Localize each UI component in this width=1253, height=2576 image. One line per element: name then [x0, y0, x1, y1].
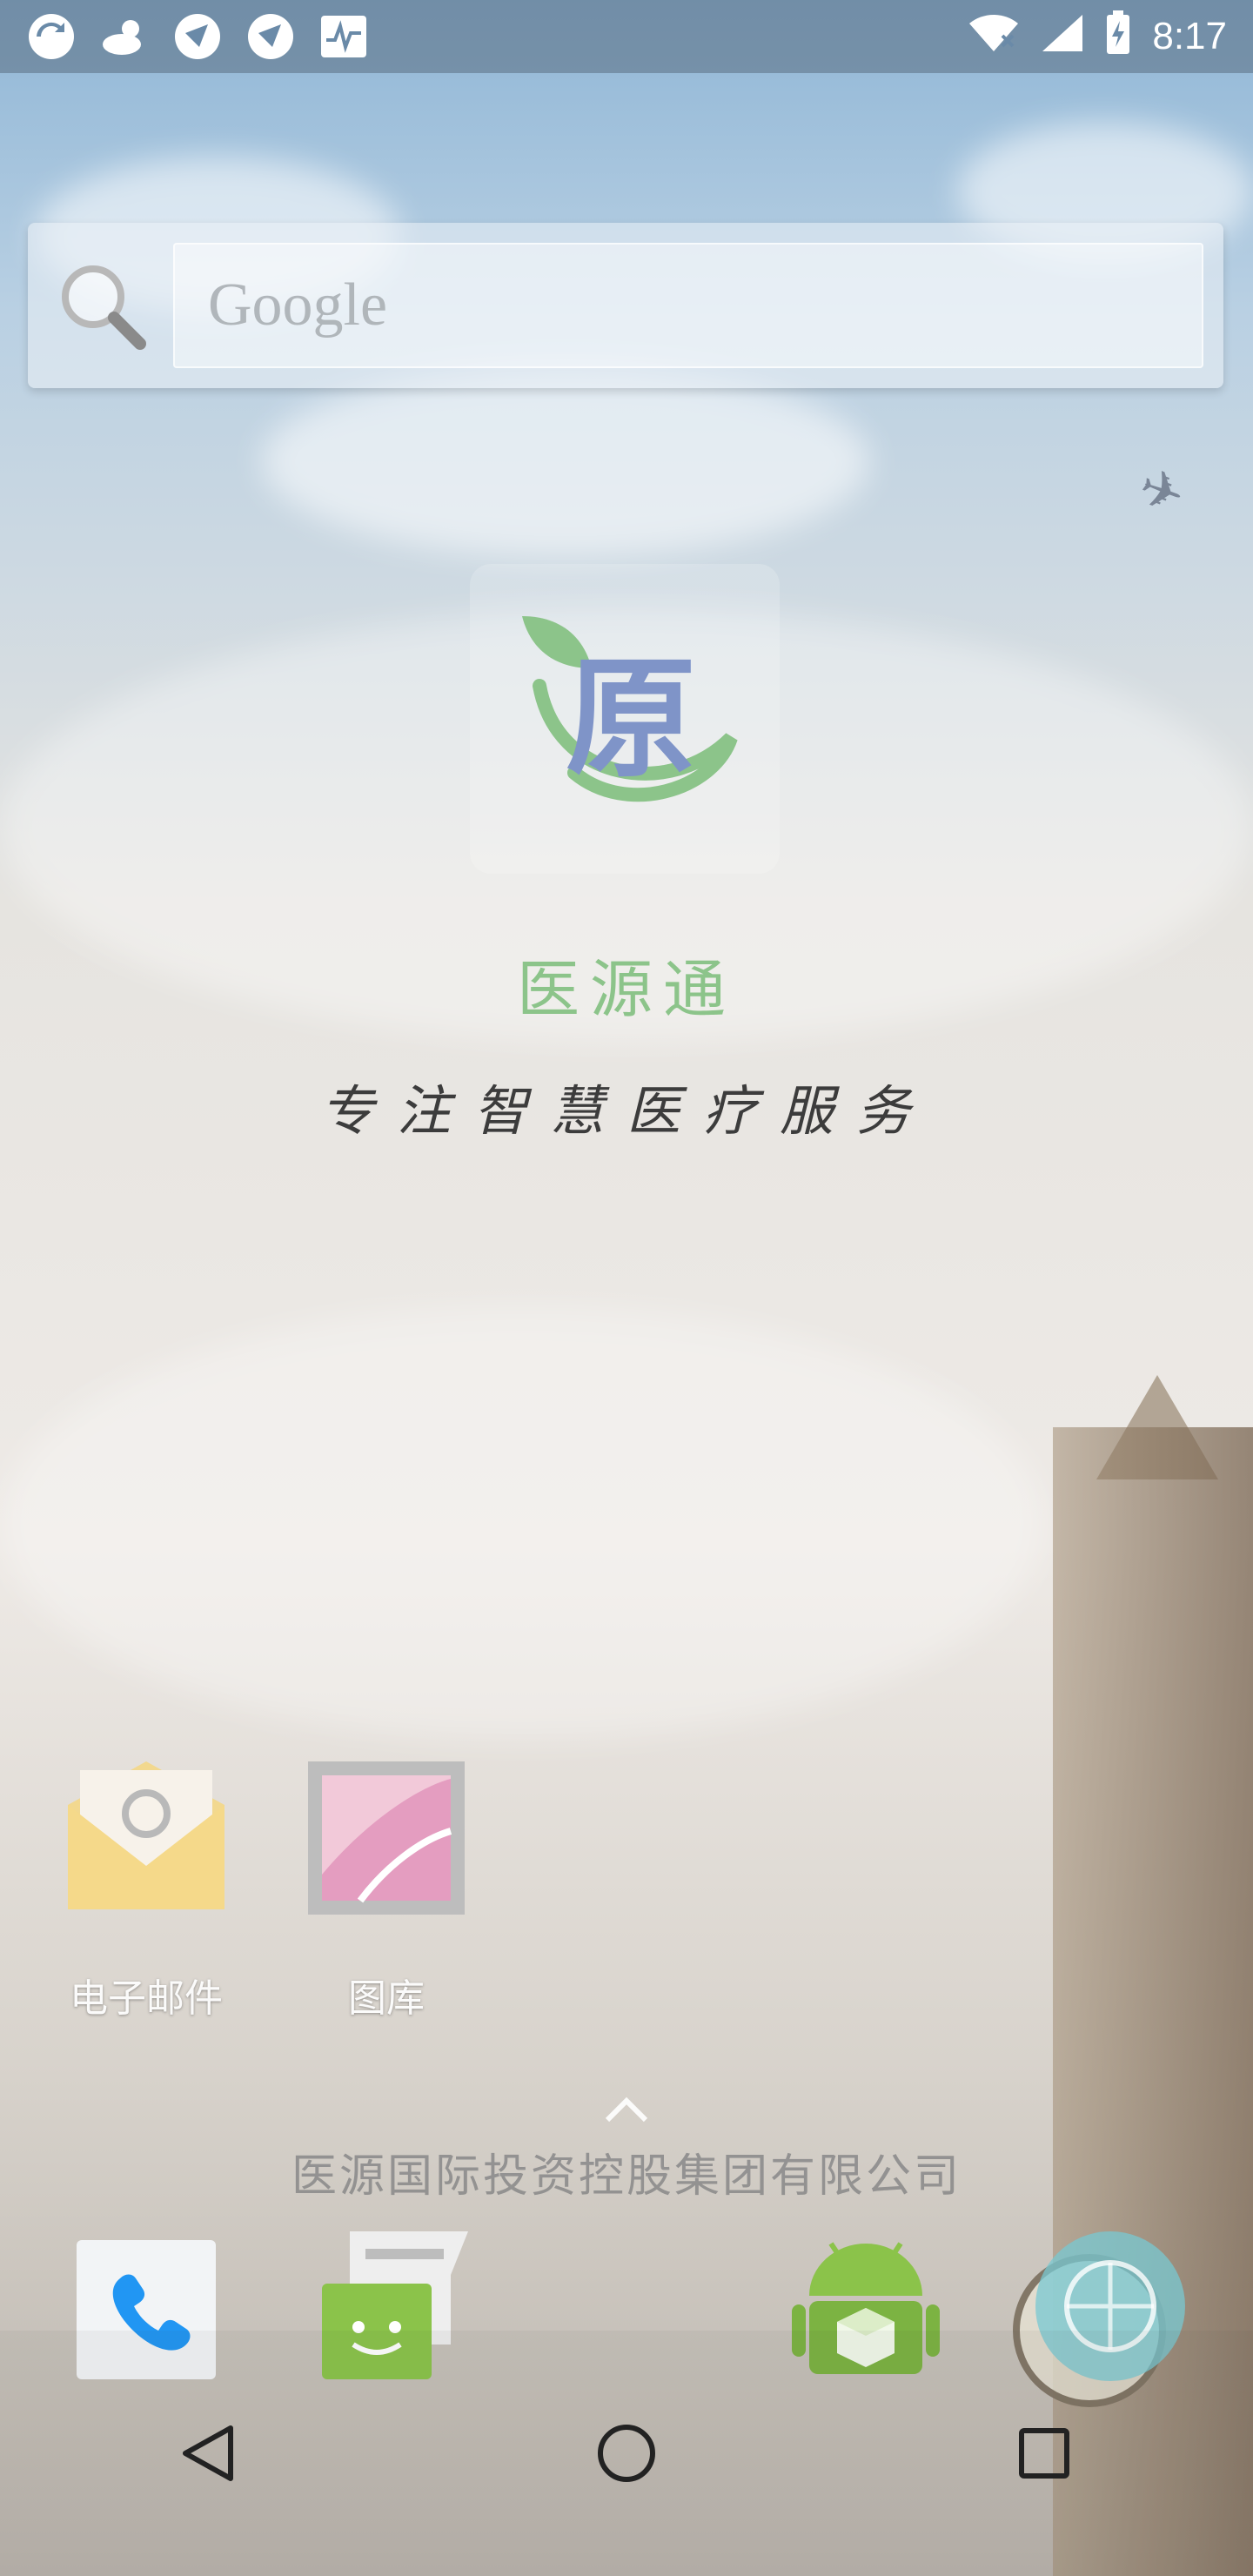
navigation-bar — [0, 2331, 1253, 2576]
wifi-icon — [968, 13, 1020, 61]
status-bar: 8:17 — [0, 0, 1253, 73]
email-label: 电子邮件 — [70, 1976, 223, 2021]
back-icon — [183, 2425, 233, 2481]
search-placeholder: Google — [208, 272, 388, 339]
recents-button[interactable] — [992, 2401, 1096, 2506]
logo-glyph: 原 — [566, 644, 696, 795]
google-search-widget[interactable]: Google — [28, 223, 1223, 388]
gallery-icon — [308, 1761, 465, 1915]
app-icon-2 — [245, 11, 296, 62]
cloud — [261, 366, 870, 557]
battery-charging-icon — [1105, 10, 1131, 64]
airplane-icon: ✈ — [1130, 455, 1193, 528]
back-button[interactable] — [157, 2401, 261, 2506]
email-app-shortcut[interactable]: 电子邮件 — [33, 1761, 259, 2023]
search-icon[interactable] — [50, 253, 154, 358]
cloud — [0, 1305, 1044, 1741]
app-logo-widget[interactable]: 原 — [470, 564, 780, 874]
app-name: 医源通 — [516, 953, 736, 1026]
home-button[interactable] — [574, 2401, 679, 2506]
home-icon — [598, 2425, 655, 2482]
email-icon — [68, 1761, 224, 1909]
gallery-app-shortcut[interactable]: 图库 — [273, 1761, 499, 2023]
recents-icon — [1019, 2428, 1069, 2479]
system-icons: 8:17 — [968, 10, 1227, 64]
notification-icons — [26, 11, 369, 62]
app-icon — [172, 11, 223, 62]
pulse-icon — [318, 11, 369, 62]
gallery-label: 图库 — [348, 1976, 425, 2021]
clock-time: 8:17 — [1152, 15, 1227, 57]
signal-icon — [1041, 13, 1084, 61]
app-slogan: 专注智慧医疗服务 — [319, 1079, 933, 1143]
search-input[interactable]: Google — [173, 243, 1203, 368]
app-drawer-chevron-up-icon[interactable] — [600, 2092, 653, 2127]
yuan-logo-icon: 原 — [522, 616, 738, 802]
sync-icon — [26, 11, 77, 62]
dock — [0, 2162, 1253, 2381]
weather-icon — [99, 11, 150, 62]
